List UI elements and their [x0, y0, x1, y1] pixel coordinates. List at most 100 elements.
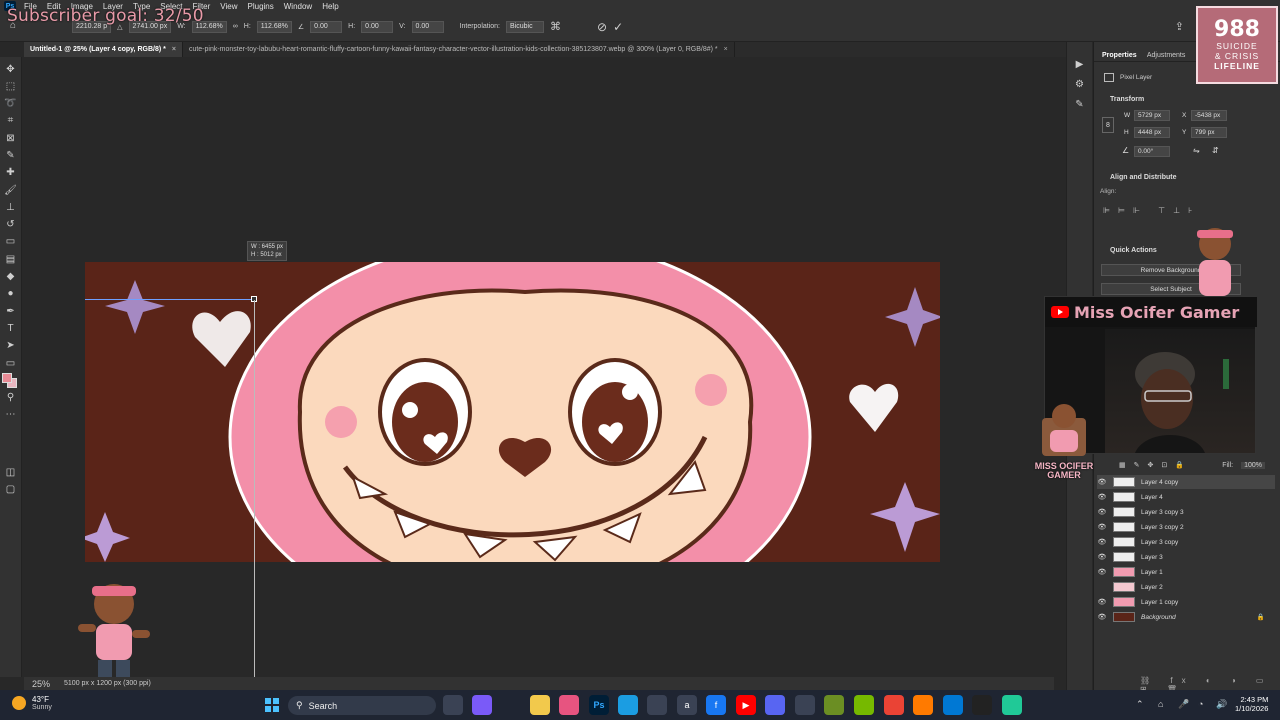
layer-row[interactable]: Layer 2 — [1097, 580, 1275, 594]
youtube-taskbar-icon[interactable]: ▶ — [736, 695, 756, 715]
commit-transform-icon[interactable]: ✓ — [613, 20, 623, 34]
screen-mode-icon[interactable]: ▢ — [3, 482, 19, 498]
flip-vertical-icon[interactable]: ⇵ — [1212, 146, 1219, 155]
align-icons[interactable]: ⊫⊨⊩ ⊤⊥⊦ — [1103, 206, 1200, 215]
x-field[interactable]: -5438 px — [1191, 110, 1227, 121]
more-tools-icon[interactable]: ⋯ — [3, 407, 19, 423]
menu-plugins[interactable]: Plugins — [248, 2, 274, 11]
layer-row[interactable]: 👁 Layer 3 — [1097, 550, 1275, 564]
cancel-transform-icon[interactable]: ⊘ — [597, 20, 607, 34]
width-field[interactable]: 5729 px — [1134, 110, 1170, 121]
volume-icon[interactable]: 🔊 — [1216, 699, 1227, 710]
edge-icon[interactable] — [618, 695, 638, 715]
angle-field[interactable]: 0.00 — [310, 20, 343, 33]
copilot-icon[interactable] — [472, 695, 492, 715]
layer-row[interactable]: 👁 Layer 1 — [1097, 565, 1275, 579]
layer-row[interactable]: 👁 Layer 3 copy 3 — [1097, 505, 1275, 519]
type-tool-icon[interactable]: T — [3, 320, 19, 336]
photoshop-taskbar-icon[interactable]: Ps — [589, 695, 609, 715]
brush-settings-icon[interactable]: ✎ — [1072, 96, 1088, 112]
discord-icon[interactable] — [765, 695, 785, 715]
history-brush-icon[interactable]: ↺ — [3, 217, 19, 233]
visibility-eye-icon[interactable]: 👁 — [1097, 568, 1107, 576]
quick-mask-icon[interactable]: ◫ — [3, 464, 19, 480]
link-dimensions-icon[interactable]: 8 — [1102, 117, 1114, 133]
layer-row[interactable]: 👁 Layer 1 copy — [1097, 595, 1275, 609]
chrome-icon[interactable] — [884, 695, 904, 715]
visibility-eye-icon[interactable]: 👁 — [1097, 493, 1107, 501]
pen-tool-icon[interactable]: ✒ — [3, 303, 19, 319]
mic-icon[interactable]: 🎤 — [1178, 699, 1189, 710]
taskbar-search[interactable]: ⚲ Search — [288, 696, 436, 715]
lasso-tool-icon[interactable]: ➰ — [3, 96, 19, 112]
capcut-icon[interactable] — [972, 695, 992, 715]
lock-pixels-icon[interactable]: ▦ — [1119, 461, 1126, 469]
visibility-eye-icon[interactable]: 👁 — [1097, 613, 1107, 621]
crop-tool-icon[interactable]: ⌗ — [3, 113, 19, 129]
clock[interactable]: 2:43 PM 1/10/2026 — [1235, 695, 1268, 713]
menu-window[interactable]: Window — [284, 2, 312, 11]
layer-row[interactable]: 👁 Layer 4 — [1097, 490, 1275, 504]
file-explorer-icon[interactable] — [530, 695, 550, 715]
path-select-icon[interactable]: ➤ — [3, 338, 19, 354]
angle-field[interactable]: 0.00° — [1134, 146, 1170, 157]
height-percent-field[interactable]: 112.68% — [256, 20, 292, 33]
layer-row[interactable]: 👁 Layer 3 copy — [1097, 535, 1275, 549]
healing-brush-icon[interactable]: ✚ — [3, 165, 19, 181]
network-icon[interactable]: ⌂ — [1158, 699, 1163, 709]
menu-view[interactable]: View — [220, 2, 237, 11]
visibility-eye-icon[interactable]: 👁 — [1097, 553, 1107, 561]
layer-row[interactable]: 👁 Background 🔒 — [1097, 610, 1275, 624]
brush-tool-icon[interactable]: 🖌 — [3, 182, 19, 198]
app-icon[interactable] — [913, 695, 933, 715]
visibility-eye-icon[interactable]: 👁 — [1097, 523, 1107, 531]
tab-properties[interactable]: Properties — [1098, 48, 1141, 63]
move-tool-icon[interactable]: ✥ — [3, 61, 19, 77]
lock-artboard-icon[interactable]: ⊡ — [1161, 461, 1167, 469]
rectangle-tool-icon[interactable]: ▭ — [3, 355, 19, 371]
document-canvas[interactable] — [85, 262, 940, 562]
frame-tool-icon[interactable]: ⊠ — [3, 130, 19, 146]
hskew-field[interactable]: 0.00 — [361, 20, 394, 33]
interpolation-select[interactable]: Bicubic — [506, 20, 545, 33]
flip-horizontal-icon[interactable]: ⇋ — [1193, 146, 1200, 155]
visibility-eye-icon[interactable]: 👁 — [1097, 538, 1107, 546]
vskew-field[interactable]: 0.00 — [411, 20, 444, 33]
eyedropper-tool-icon[interactable]: ✎ — [3, 147, 19, 163]
visibility-eye-icon[interactable]: 👁 — [1097, 478, 1107, 486]
eraser-tool-icon[interactable]: ▭ — [3, 234, 19, 250]
weather-widget[interactable]: 43°F Sunny — [12, 695, 52, 711]
minecraft-icon[interactable] — [824, 695, 844, 715]
windows-start-icon[interactable] — [262, 695, 282, 715]
tab-adjustments[interactable]: Adjustments — [1143, 48, 1190, 63]
store-icon[interactable] — [559, 695, 579, 715]
vscode-icon[interactable] — [943, 695, 963, 715]
lock-brush-icon[interactable]: ✎ — [1134, 461, 1140, 469]
xbox-icon[interactable] — [795, 695, 815, 715]
lock-position-icon[interactable]: ✥ — [1148, 461, 1154, 469]
tab-untitled-1[interactable]: Untitled-1 @ 25% (Layer 4 copy, RGB/8) *… — [24, 42, 183, 57]
visibility-eye-icon[interactable]: 👁 — [1097, 598, 1107, 606]
close-icon[interactable]: × — [724, 46, 728, 53]
warp-icon[interactable]: ⌘ — [550, 20, 561, 33]
visibility-eye-icon[interactable]: 👁 — [1097, 508, 1107, 516]
close-icon[interactable]: × — [172, 46, 176, 53]
y-field[interactable]: 799 px — [1191, 127, 1227, 138]
height-field[interactable]: 4448 px — [1134, 127, 1170, 138]
zoom-level[interactable]: 25% — [32, 679, 50, 689]
tab-labubu-webp[interactable]: cute-pink-monster-toy-labubu-heart-roman… — [182, 42, 735, 57]
amazon-icon[interactable]: a — [677, 695, 697, 715]
chevron-up-icon[interactable]: ⌃ — [1136, 699, 1144, 710]
facebook-icon[interactable]: f — [706, 695, 726, 715]
share-icon[interactable]: ⇪ — [1175, 20, 1184, 33]
fill-value[interactable]: 100% — [1241, 461, 1265, 469]
layer-row[interactable]: 👁 Layer 3 copy 2 — [1097, 520, 1275, 534]
task-view-icon[interactable] — [443, 695, 463, 715]
lock-all-icon[interactable]: 🔒 — [1175, 461, 1184, 469]
marquee-tool-icon[interactable]: ⬚ — [3, 78, 19, 94]
microsoft-store-icon[interactable] — [647, 695, 667, 715]
layer-row[interactable]: 👁 Layer 4 copy — [1097, 475, 1275, 489]
gradient-tool-icon[interactable]: ▤ — [3, 251, 19, 267]
blur-tool-icon[interactable]: ◆ — [3, 269, 19, 285]
play-icon[interactable]: ▶ — [1072, 56, 1088, 72]
